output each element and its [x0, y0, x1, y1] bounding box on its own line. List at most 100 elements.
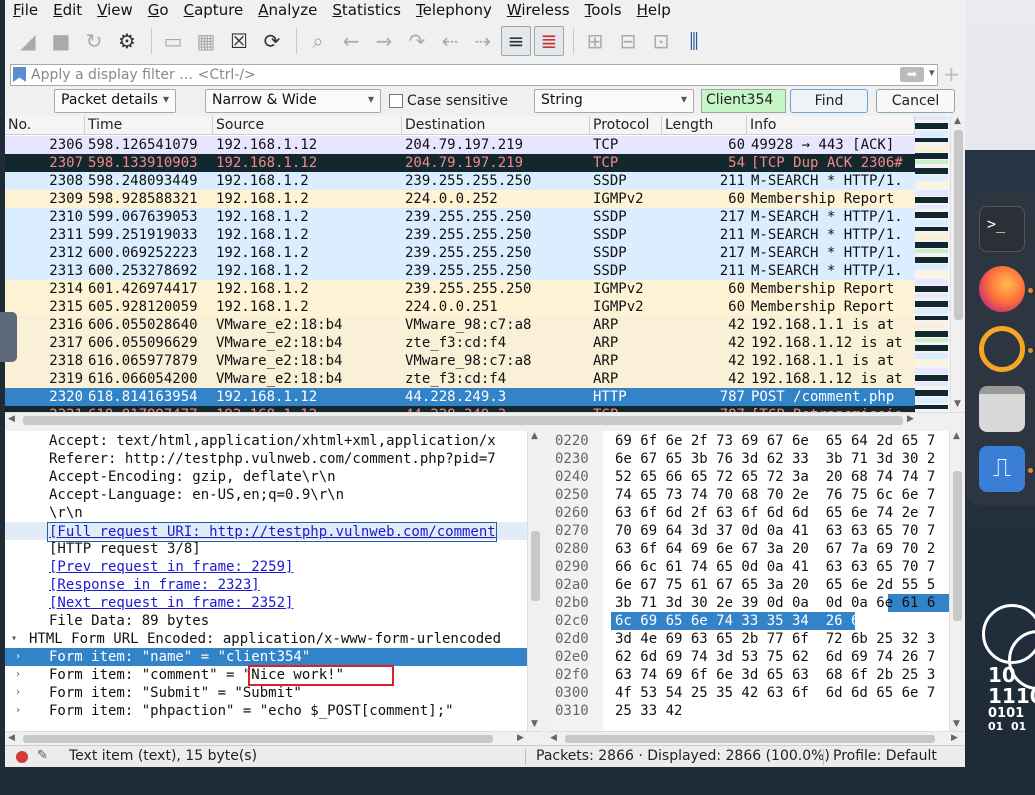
wireshark-dock-icon[interactable]: ⎍ — [979, 446, 1025, 492]
bookmark-icon[interactable] — [13, 67, 26, 82]
detail-tree-item[interactable]: › Form item: "phpaction" = "echo $_POST[c… — [5, 702, 527, 720]
column-header-info[interactable]: Info — [747, 116, 915, 135]
menu-telephony[interactable]: Telephony — [408, 0, 499, 22]
search-in-select[interactable]: Packet details — [54, 89, 176, 113]
menu-wireless[interactable]: Wireless — [499, 0, 577, 22]
side-panel-handle[interactable] — [0, 312, 17, 362]
resize-columns-icon[interactable]: ⫼ — [679, 26, 709, 56]
go-forward-icon[interactable]: → — [369, 26, 399, 56]
detail-tree-item[interactable]: \r\n — [5, 504, 527, 522]
bytes-hscroll[interactable]: ◀ ▶ — [547, 731, 965, 745]
detail-tree-item[interactable]: Accept-Encoding: gzip, deflate\r\n — [5, 468, 527, 486]
go-back-icon[interactable]: ← — [336, 26, 366, 56]
scroll-up-icon[interactable]: ▲ — [953, 431, 960, 441]
scroll-thumb[interactable] — [23, 735, 493, 743]
shark-fin-icon[interactable]: ◢ — [13, 26, 43, 56]
packet-row[interactable]: 2318 616.065977879 VMware_e2:18:b4 VMware_9… — [5, 352, 915, 370]
packet-row[interactable]: 2312 600.069252223 192.168.1.2 239.255.255.… — [5, 244, 915, 262]
detail-tree-item[interactable]: [Next request in frame: 2352] — [5, 594, 527, 612]
scroll-right-icon[interactable]: ▶ — [517, 733, 524, 743]
scroll-thumb[interactable] — [565, 735, 935, 743]
menu-file[interactable]: File — [5, 0, 45, 22]
collapsed-arrow-icon[interactable]: › — [15, 648, 21, 666]
collapsed-arrow-icon[interactable]: › — [15, 684, 21, 702]
scroll-thumb[interactable] — [953, 471, 962, 621]
packet-row[interactable]: 2319 616.066054200 VMware_e2:18:b4 zte_f3:c… — [5, 370, 915, 388]
status-profile[interactable]: Profile: Default — [833, 748, 937, 764]
packet-row[interactable]: 2309 598.928588321 192.168.1.2 224.0.0.252 I… — [5, 190, 915, 208]
zoom-out-icon[interactable]: ⊟ — [613, 26, 643, 56]
detail-tree-item[interactable]: Referer: http://testphp.vulnweb.com/comm… — [5, 450, 527, 468]
packet-row[interactable]: 2306 598.126541079 192.168.1.12 204.79.197.… — [5, 136, 915, 154]
detail-tree-item[interactable]: [Full request URI: http://testphp.vulnwe… — [5, 522, 527, 542]
find-packet-icon[interactable]: ⌕ — [303, 26, 333, 56]
menu-capture[interactable]: Capture — [176, 0, 251, 22]
autoscroll-icon[interactable]: ≡ — [501, 26, 531, 56]
packet-row[interactable]: 2316 606.055028640 VMware_e2:18:b4 VMware_9… — [5, 316, 915, 334]
packet-row[interactable]: 2310 599.067639053 192.168.1.2 239.255.255.… — [5, 208, 915, 226]
packet-minimap[interactable] — [915, 116, 950, 412]
scroll-thumb[interactable] — [531, 531, 540, 601]
scroll-left-icon[interactable]: ◀ — [550, 733, 557, 743]
find-button[interactable]: Find — [790, 89, 868, 113]
menu-analyze[interactable]: Analyze — [250, 0, 324, 22]
scroll-up-icon[interactable]: ▲ — [954, 116, 961, 126]
scroll-right-icon[interactable]: ▶ — [951, 733, 958, 743]
packet-row[interactable]: 2320 618.814163954 192.168.1.12 44.228.249.… — [5, 388, 915, 406]
first-packet-icon[interactable]: ⇠ — [435, 26, 465, 56]
file-manager-icon[interactable] — [979, 386, 1025, 432]
options-gear-icon[interactable]: ⚙ — [112, 26, 142, 56]
packet-list-vscroll[interactable]: ▲ ▼ — [950, 116, 965, 412]
packet-row[interactable]: 2311 599.251919033 192.168.1.2 239.255.255.… — [5, 226, 915, 244]
detail-tree-item[interactable]: › Form item: "name" = "client354" — [5, 648, 527, 666]
terminal-icon[interactable]: >_ — [979, 206, 1025, 252]
open-icon[interactable]: ▭ — [158, 26, 188, 56]
search-type-select[interactable]: String — [534, 89, 694, 113]
menu-statistics[interactable]: Statistics — [324, 0, 408, 22]
detail-tree-item[interactable]: Accept: text/html,application/xhtml+xml,… — [5, 432, 527, 450]
menu-tools[interactable]: Tools — [577, 0, 629, 22]
edit-comment-icon[interactable]: ✎ — [37, 748, 48, 763]
filter-history-chevron-icon[interactable]: ▾ — [929, 66, 935, 79]
detail-tree-item[interactable]: [Response in frame: 2323] — [5, 576, 527, 594]
details-hscroll[interactable]: ◀ ▶ — [5, 731, 542, 745]
stop-icon[interactable]: ■ — [46, 26, 76, 56]
detail-tree-item[interactable]: [Prev request in frame: 2259] — [5, 558, 527, 576]
packet-row[interactable]: 2313 600.253278692 192.168.1.2 239.255.255.… — [5, 262, 915, 280]
menu-help[interactable]: Help — [629, 0, 678, 22]
column-header-no[interactable]: No. — [5, 116, 85, 135]
scroll-thumb[interactable] — [23, 416, 903, 425]
reload-icon[interactable]: ⟳ — [257, 26, 287, 56]
go-to-packet-icon[interactable]: ↷ — [402, 26, 432, 56]
menu-go[interactable]: Go — [140, 0, 176, 22]
restart-icon[interactable]: ↻ — [79, 26, 109, 56]
firefox-icon[interactable] — [979, 266, 1025, 312]
search-string-input[interactable]: Client354 — [701, 89, 786, 113]
display-filter-input[interactable] — [31, 66, 891, 84]
scroll-left-icon[interactable]: ◀ — [8, 414, 15, 424]
packet-row[interactable]: 2314 601.426974417 192.168.1.2 239.255.255.… — [5, 280, 915, 298]
colorize-icon[interactable]: ≣ — [534, 26, 564, 56]
normal-size-icon[interactable]: ⊡ — [646, 26, 676, 56]
collapsed-arrow-icon[interactable]: › — [15, 702, 21, 720]
packet-row[interactable]: 2317 606.055096629 VMware_e2:18:b4 zte_f3:c… — [5, 334, 915, 352]
menu-view[interactable]: View — [89, 0, 140, 22]
scroll-right-icon[interactable]: ▶ — [907, 414, 914, 424]
expanded-arrow-icon[interactable]: ▾ — [11, 630, 17, 648]
last-packet-icon[interactable]: ⇢ — [468, 26, 498, 56]
bytes-vscroll[interactable]: ▲ ▼ — [949, 431, 965, 731]
scroll-down-icon[interactable]: ▼ — [954, 399, 961, 409]
packet-row[interactable]: 2307 598.133910903 192.168.1.12 204.79.197.… — [5, 154, 915, 172]
column-header-destination[interactable]: Destination — [402, 116, 590, 135]
column-header-time[interactable]: Time — [85, 116, 213, 135]
packet-row[interactable]: 2308 598.248093449 192.168.1.2 239.255.255.… — [5, 172, 915, 190]
column-header-protocol[interactable]: Protocol — [590, 116, 662, 135]
scroll-thumb[interactable] — [954, 130, 963, 320]
cancel-button[interactable]: Cancel — [876, 89, 955, 113]
detail-tree-item[interactable]: File Data: 89 bytes — [5, 612, 527, 630]
menu-edit[interactable]: Edit — [45, 0, 89, 22]
scroll-left-icon[interactable]: ◀ — [8, 733, 15, 743]
detail-tree-item[interactable]: Accept-Language: en-US,en;q=0.9\r\n — [5, 486, 527, 504]
char-width-select[interactable]: Narrow & Wide — [205, 89, 381, 113]
details-vscroll[interactable]: ▲ ▼ — [527, 431, 542, 731]
